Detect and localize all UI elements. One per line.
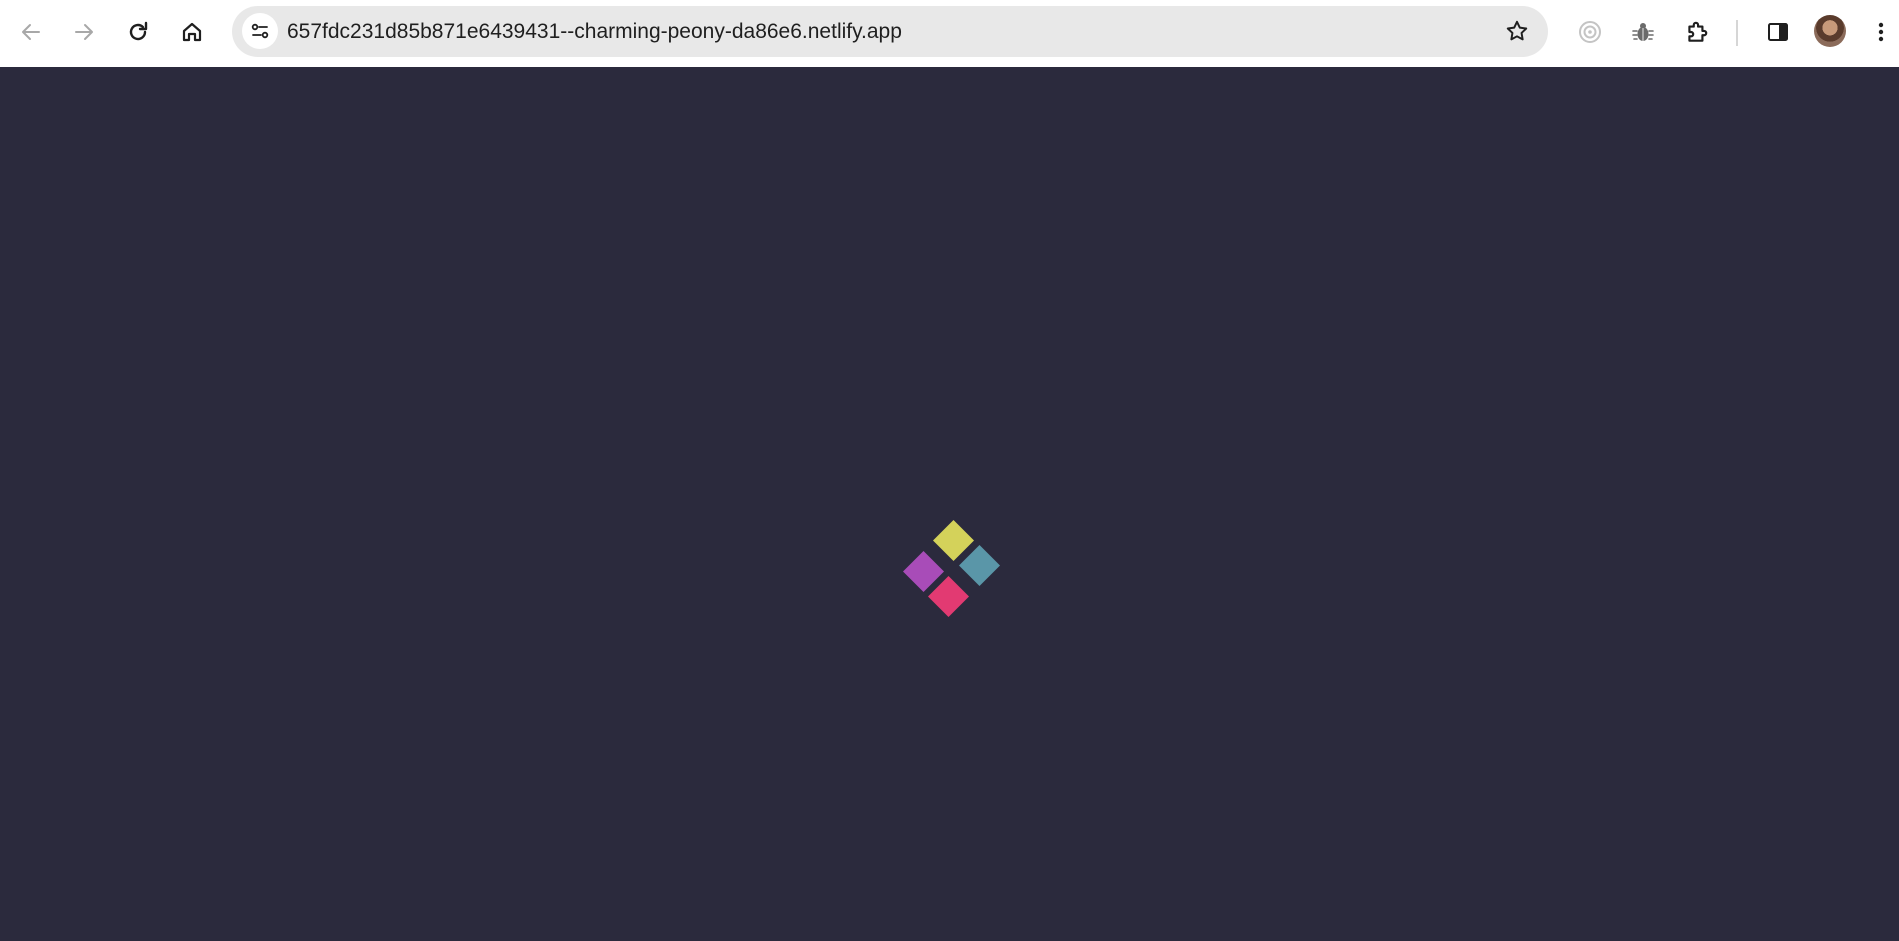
- home-button[interactable]: [171, 11, 213, 53]
- url-text[interactable]: 657fdc231d85b871e6439431--charming-peony…: [287, 6, 902, 57]
- bug-icon: [1632, 23, 1654, 41]
- site-info-button[interactable]: [242, 13, 278, 49]
- address-bar[interactable]: 657fdc231d85b871e6439431--charming-peony…: [232, 6, 1548, 57]
- arrow-right-icon: [75, 24, 93, 40]
- profile-avatar[interactable]: [1814, 15, 1846, 47]
- arrow-left-icon: [22, 24, 40, 40]
- toolbar-separator: [1736, 20, 1738, 46]
- more-vert-icon: [1878, 22, 1884, 42]
- extension-target-button[interactable]: [1569, 11, 1611, 53]
- menu-button[interactable]: [1864, 11, 1898, 53]
- home-icon: [182, 22, 202, 42]
- extension-bug-button[interactable]: [1622, 11, 1664, 53]
- loader-diamond-bottom: [927, 575, 970, 618]
- bookmark-button[interactable]: [1498, 12, 1536, 50]
- back-button[interactable]: [10, 11, 52, 53]
- loading-spinner: [902, 519, 1009, 626]
- page-content: [0, 67, 1899, 941]
- side-panel-icon: [1768, 23, 1788, 41]
- side-panel-button[interactable]: [1757, 11, 1799, 53]
- reload-button[interactable]: [117, 11, 159, 53]
- tune-icon: [251, 23, 269, 39]
- star-icon: [1506, 20, 1528, 41]
- target-icon: [1579, 21, 1601, 43]
- reload-icon: [129, 21, 148, 41]
- puzzle-icon: [1688, 21, 1708, 42]
- loader-diamond-right: [958, 544, 1001, 587]
- forward-button[interactable]: [63, 11, 105, 53]
- extensions-button[interactable]: [1676, 11, 1718, 53]
- browser-toolbar: 657fdc231d85b871e6439431--charming-peony…: [0, 0, 1899, 67]
